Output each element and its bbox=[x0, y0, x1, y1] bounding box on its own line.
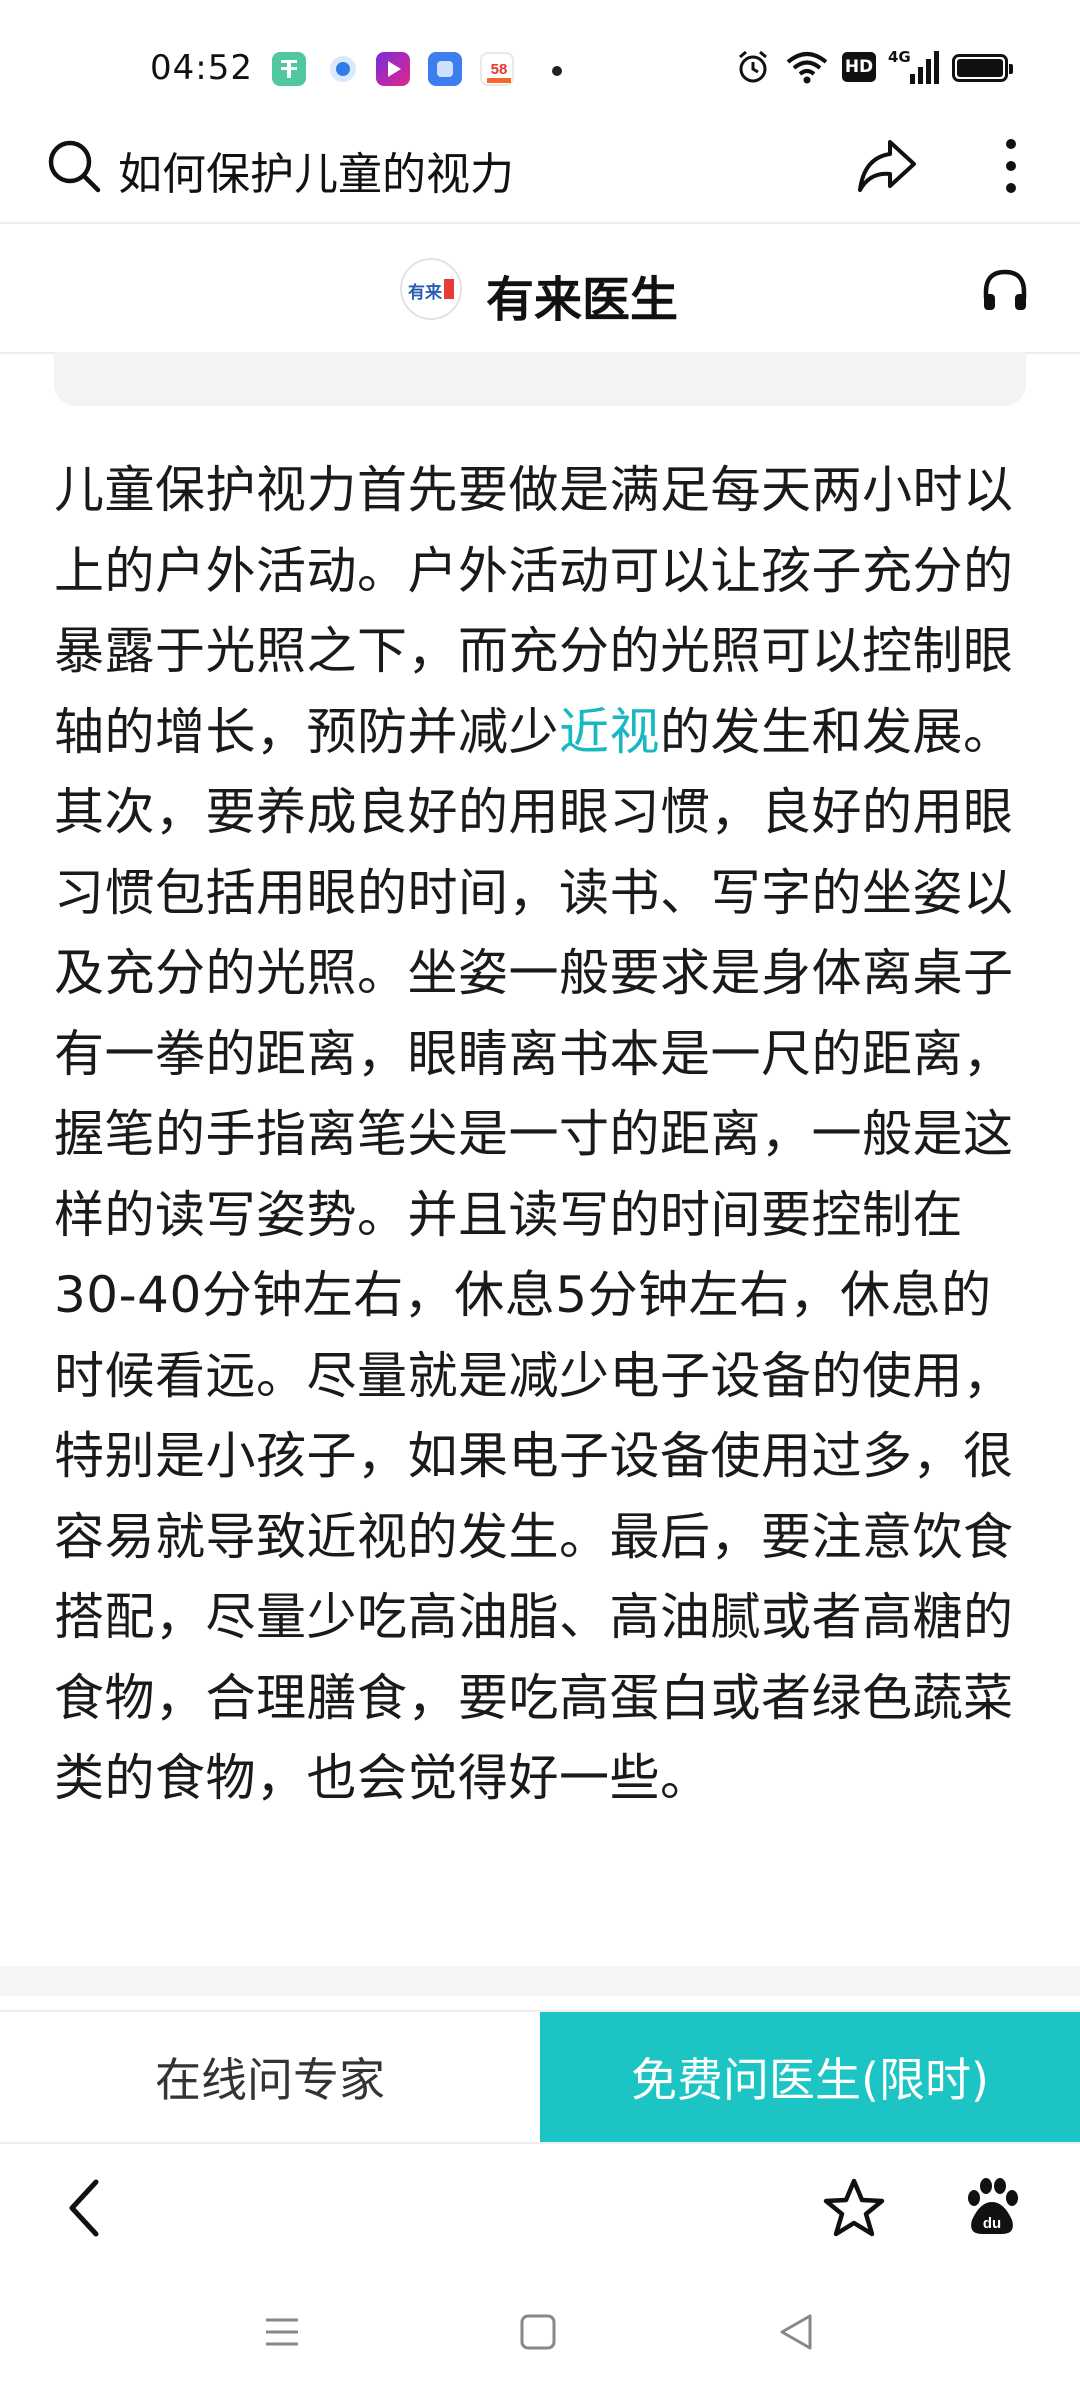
source-logo-text: 有来 bbox=[408, 283, 442, 303]
answer-text: 儿童保护视力首先要做是满足每天两小时以上的户外活动。户外活动可以让孩子充分的暴露… bbox=[54, 450, 1034, 1819]
source-logo-mark bbox=[444, 279, 454, 299]
previous-card-edge bbox=[54, 352, 1026, 406]
more-vertical-icon[interactable] bbox=[994, 134, 1028, 198]
status-time: 04:52 bbox=[150, 48, 253, 88]
section-divider bbox=[0, 1966, 1080, 1996]
app-green-icon bbox=[272, 52, 306, 86]
system-navigation-bar bbox=[0, 2270, 1080, 2400]
app-58-icon: 58 bbox=[480, 52, 514, 86]
search-bar[interactable]: 如何保护儿童的视力 bbox=[0, 112, 1080, 224]
status-bar: 04:52 58 HD 4G bbox=[0, 0, 1080, 110]
app-blue-dot-icon bbox=[326, 52, 360, 86]
alarm-icon bbox=[739, 50, 767, 83]
screen: 04:52 58 HD 4G 如何保护儿童的视力 有来 有来医生 儿童保护视力首… bbox=[0, 0, 1080, 2400]
source-name[interactable]: 有来医生 bbox=[486, 260, 678, 330]
browser-toolbar: du bbox=[0, 2142, 1080, 2272]
search-query[interactable]: 如何保护儿童的视力 bbox=[118, 138, 514, 202]
svg-text:du: du bbox=[983, 2215, 1001, 2232]
share-icon[interactable] bbox=[856, 136, 920, 196]
menu-icon[interactable] bbox=[262, 2312, 302, 2352]
baidu-paw-icon[interactable]: du bbox=[960, 2176, 1024, 2240]
source-header: 有来 有来医生 bbox=[0, 226, 1080, 354]
hd-label: HD bbox=[844, 57, 874, 77]
hd-icon: HD bbox=[842, 52, 876, 82]
wifi-icon bbox=[786, 52, 828, 84]
app-play-icon bbox=[376, 52, 410, 86]
back-triangle-icon[interactable] bbox=[776, 2312, 816, 2352]
search-icon[interactable] bbox=[46, 138, 102, 194]
home-square-icon[interactable] bbox=[518, 2312, 558, 2352]
headphones-icon[interactable] bbox=[980, 266, 1030, 316]
consult-action-bar: 在线问专家 免费问医生(限时) bbox=[0, 2010, 1080, 2142]
myopia-link[interactable]: 近视 bbox=[559, 703, 660, 761]
notification-dot bbox=[552, 66, 562, 76]
4g-signal-icon: 4G bbox=[888, 48, 940, 86]
net-label: 4G bbox=[888, 48, 911, 66]
app-blue-square-icon bbox=[428, 52, 462, 86]
back-chevron-icon[interactable] bbox=[62, 2174, 108, 2242]
star-icon[interactable] bbox=[822, 2176, 886, 2240]
app-58-label: 58 bbox=[491, 61, 508, 78]
free-ask-doctor-button[interactable]: 免费问医生(限时) bbox=[540, 2012, 1080, 2142]
battery-icon bbox=[952, 54, 1013, 82]
answer-text-part2: 的发生和发展。其次，要养成良好的用眼习惯，良好的用眼习惯包括用眼的时间，读书、写… bbox=[54, 702, 1014, 1808]
ask-expert-button[interactable]: 在线问专家 bbox=[0, 2012, 540, 2142]
source-logo[interactable]: 有来 bbox=[400, 258, 462, 320]
